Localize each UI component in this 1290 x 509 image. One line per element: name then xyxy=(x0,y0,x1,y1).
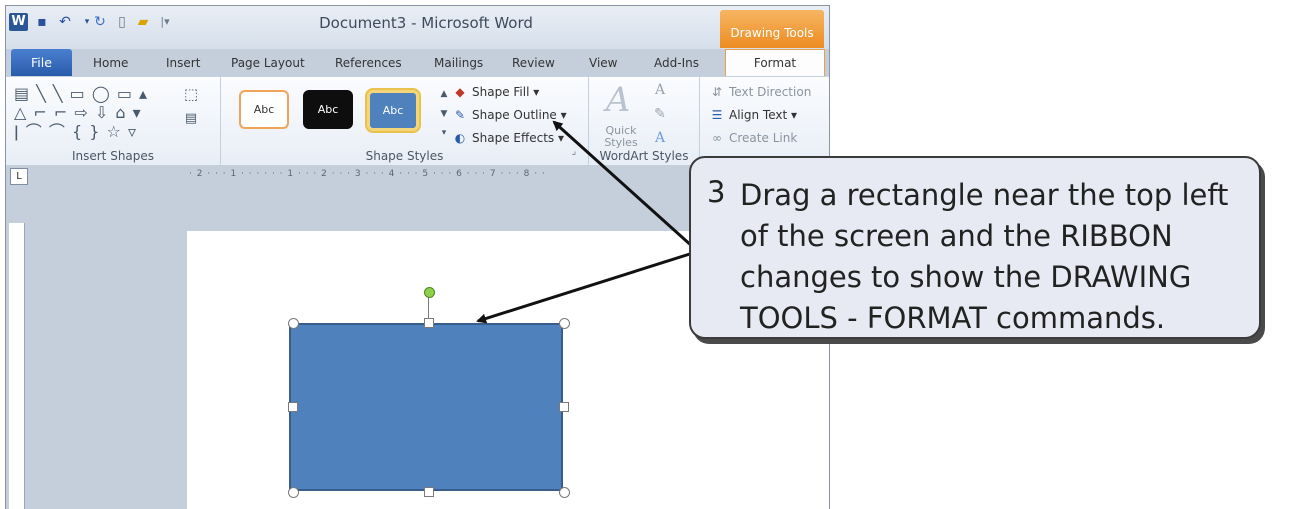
arrow-to-ribbon xyxy=(552,120,695,249)
step-number: 3 xyxy=(707,175,726,209)
instruction-callout: 3 Drag a rectangle near the top left of … xyxy=(689,156,1261,339)
arrow-to-rectangle xyxy=(476,251,694,324)
instruction-text: Drag a rectangle near the top left of th… xyxy=(740,178,1229,335)
